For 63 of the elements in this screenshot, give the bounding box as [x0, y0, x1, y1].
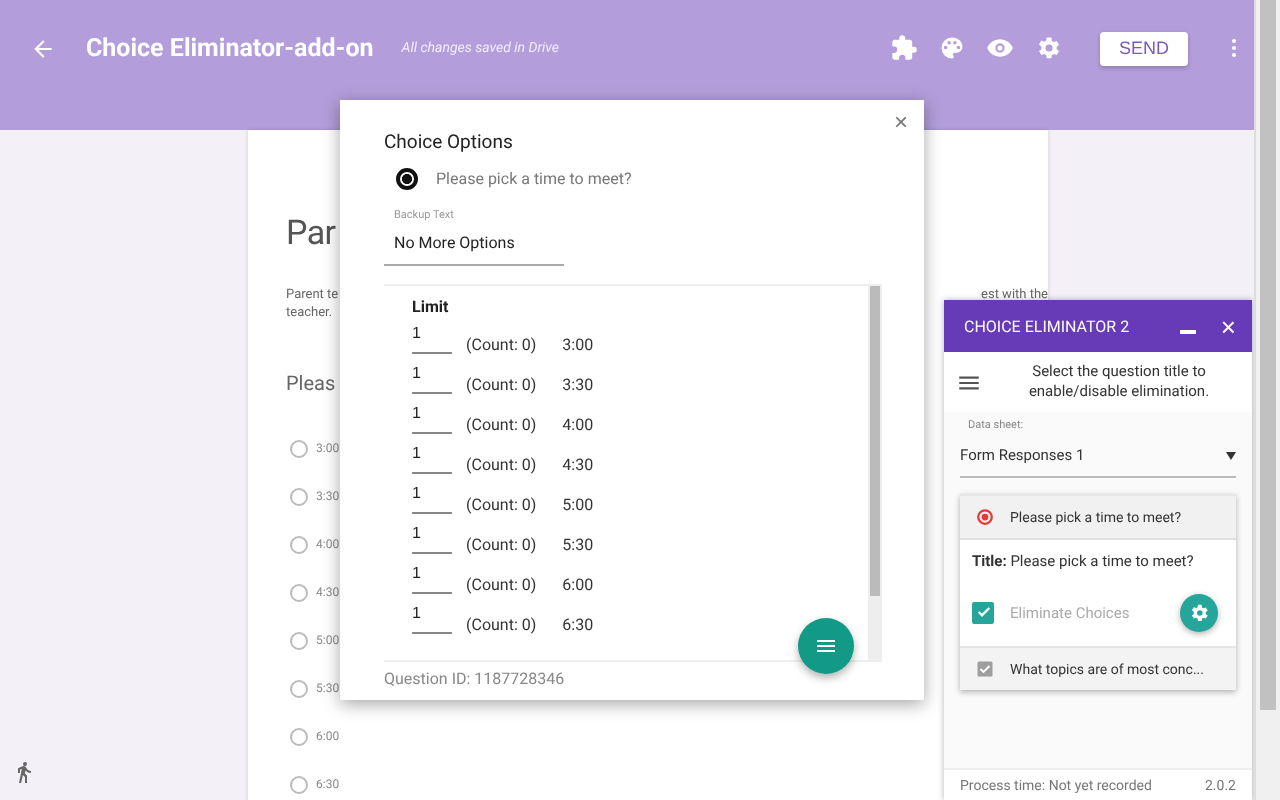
limit-field[interactable]: 1	[412, 523, 452, 553]
dialog-title: Choice Options	[384, 132, 515, 154]
scrollbar[interactable]	[868, 286, 882, 660]
running-figure-icon[interactable]	[12, 760, 36, 784]
count-label: (Count: 0)	[466, 615, 537, 633]
choice-label: 4:30	[562, 455, 594, 473]
limit-field[interactable]: 1	[412, 363, 452, 393]
eye-icon[interactable]	[986, 34, 1014, 62]
choice-label: 6:30	[562, 615, 594, 633]
settings-button[interactable]	[1180, 594, 1218, 632]
send-button[interactable]: SEND	[1100, 31, 1188, 65]
radio-button[interactable]	[290, 583, 308, 601]
radio-button[interactable]	[290, 631, 308, 649]
back-icon[interactable]	[30, 35, 56, 61]
form-title: Choice Eliminator-add-on	[86, 33, 374, 63]
menu-button[interactable]	[798, 618, 854, 674]
count-label: (Count: 0)	[466, 455, 537, 473]
settings-icon	[1188, 602, 1210, 624]
count-label: (Count: 0)	[466, 415, 537, 433]
limit-field[interactable]: 1	[412, 443, 452, 473]
checkbox-icon	[976, 660, 994, 678]
close-button[interactable]: ×	[1220, 311, 1236, 341]
choice-label: 5:30	[562, 535, 594, 553]
minimize-icon[interactable]	[1180, 330, 1197, 334]
count-label: (Count: 0)	[466, 375, 537, 393]
form-heading: Par	[286, 214, 336, 258]
limit-field[interactable]: 1	[412, 603, 452, 633]
count-label: (Count: 0)	[466, 495, 537, 513]
limit-field[interactable]: 1	[412, 323, 452, 353]
radio-icon	[976, 508, 994, 526]
limit-field[interactable]: 1	[412, 483, 452, 513]
checkbox[interactable]	[972, 601, 994, 623]
radio-button[interactable]	[290, 727, 308, 745]
radio-button[interactable]	[290, 487, 308, 505]
choice-label: 3:00	[562, 335, 594, 353]
count-label: (Count: 0)	[466, 535, 537, 553]
radio-button[interactable]	[290, 679, 308, 697]
palette-icon[interactable]	[938, 34, 966, 62]
count-label: (Count: 0)	[466, 335, 537, 353]
settings-icon[interactable]	[1034, 34, 1062, 62]
dropdown-icon	[1226, 452, 1236, 460]
check-icon	[975, 604, 991, 620]
scrollbar[interactable]	[1254, 0, 1280, 800]
radio-button[interactable]	[396, 168, 418, 190]
count-label: (Count: 0)	[466, 575, 537, 593]
choice-label: 6:00	[562, 575, 594, 593]
choice-label: 4:00	[562, 415, 594, 433]
close-button[interactable]: ×	[889, 108, 912, 136]
question-label: Please pick a time to meet?	[436, 170, 632, 188]
column-heading: Limit	[412, 298, 451, 316]
menu-icon	[814, 634, 838, 658]
question-title: Pleas	[286, 374, 336, 396]
choice-label: 3:30	[562, 375, 594, 393]
radio-button[interactable]	[290, 775, 308, 793]
choice-label: 5:00	[562, 495, 594, 513]
question-id: Question ID: 1187728346	[384, 670, 567, 688]
backup-text-field[interactable]: No More Options	[384, 222, 564, 266]
panel-title: CHOICE ELIMINATOR 2	[964, 317, 1132, 335]
limit-field[interactable]: 1	[412, 563, 452, 593]
puzzle-icon[interactable]	[890, 34, 918, 62]
limit-field[interactable]: 1	[412, 403, 452, 433]
radio-button[interactable]	[290, 439, 308, 457]
radio-button[interactable]	[290, 535, 308, 553]
